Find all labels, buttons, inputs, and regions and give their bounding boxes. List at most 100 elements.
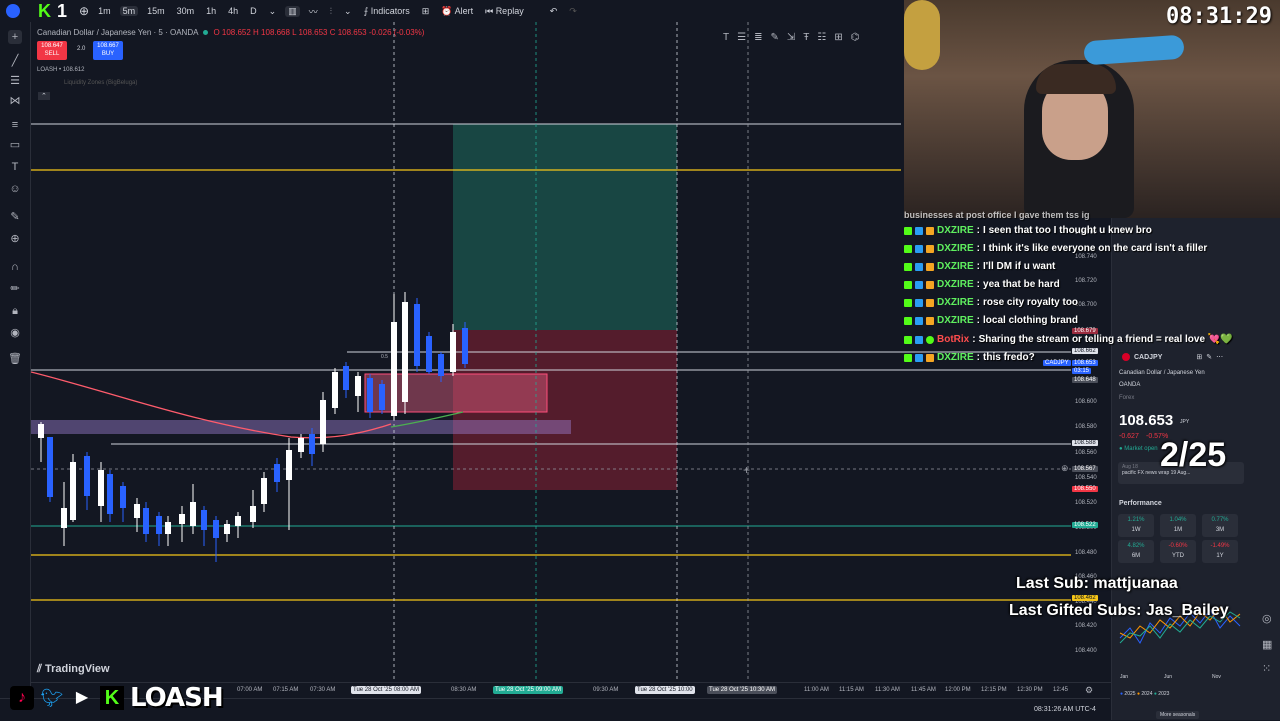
trash-icon[interactable]: 🗑︎ [8,352,22,366]
sub-badge-icon [926,226,934,235]
social-brand-bar: ♪ 🐦︎ ▶ K LOASH [10,680,224,716]
buy-button[interactable]: 108.667 BUY [93,41,123,60]
kick-badge-icon [904,280,912,289]
perf-value: -0.60% [1168,543,1188,549]
magnet-icon[interactable]: ∩ [8,260,22,274]
pencil-lock-icon[interactable]: ✏ [8,282,22,296]
trend-line-icon[interactable]: ╱ [8,54,22,68]
sell-price: 108.647 [41,43,63,49]
chart-type-dropdown-icon[interactable]: ⌄ [341,6,355,17]
chat-username[interactable]: DXZIRE [937,261,974,272]
eye-icon[interactable]: ◉ [8,326,22,340]
layout-icon[interactable]: ⊞ [419,6,433,17]
interval-d[interactable]: D [247,6,260,16]
anchored-text-icon[interactable]: Ŧ [803,32,809,50]
kick-badge-icon [904,353,912,362]
interval-5m[interactable]: 5m [119,6,139,16]
add-alert-icon[interactable]: ⊕ [1061,463,1069,474]
indicator-loash[interactable]: LOASH • 108.612 [37,67,84,73]
performance-label: Performance [1119,500,1162,507]
add-symbol-icon[interactable]: ⊕ [79,4,89,18]
multi-line-icon[interactable]: ≣ [754,32,762,50]
brush-icon[interactable]: ▭ [8,138,22,152]
liquidity-zone [31,420,571,434]
interval-1m[interactable]: 1m [95,6,114,16]
crosshair-cursor-icon: + [743,463,751,477]
buy-label: BUY [101,51,115,57]
chat-username[interactable]: DXZIRE [937,225,974,236]
zoom-icon[interactable]: ⊕ [8,232,22,246]
fib-icon[interactable]: ☰ [8,74,22,88]
ruler-icon[interactable]: ✎ [8,210,22,224]
dom-icon[interactable]: ◎ [1262,612,1272,625]
sub-badge-icon [926,353,934,362]
chat-username[interactable]: DXZIRE [937,243,974,254]
settings-gear-icon[interactable]: ⚙ [1085,685,1093,696]
chat-text: local clothing brand [983,315,1079,326]
horizontal-lines-icon[interactable]: ☰ [737,32,746,50]
last-gifted-subs: Last Gifted Subs: Jas_Bailey [1009,602,1229,619]
chat-username[interactable]: DXZIRE [937,279,974,290]
interval-15m[interactable]: 15m [144,6,168,16]
undo-icon[interactable]: ↶ [547,6,561,17]
line-chart-icon[interactable]: 〰 [306,5,321,18]
bar-chart-icon[interactable]: ⫶ [327,6,335,17]
top-toolbar: K 1 ⊕ 1m 5m 15m 30m 1h 4h D ⌄ ▥ 〰 ⫶ ⌄ ⨍ … [0,0,904,23]
perf-period: YTD [1172,553,1184,559]
verified-badge-icon [915,280,923,289]
long-target-zone[interactable] [453,124,677,330]
crosshair-icon[interactable]: + [8,30,22,44]
chat-username[interactable]: DXZIRE [937,297,974,308]
chat-username[interactable]: BotRix [937,334,969,345]
symbol-title: Canadian Dollar / Japanese Yen · 5 · OAN… [37,28,424,37]
verified-badge-icon [915,335,923,344]
price-tick: 108.480 [1075,550,1097,556]
indicators-icon: ⨍ [363,5,371,16]
replay-button[interactable]: ⏮ Replay [482,6,527,17]
interval-dropdown-icon[interactable]: ⌄ [266,6,280,17]
apps-icon[interactable]: ⁙ [1262,662,1271,675]
text-icon[interactable]: T [8,160,22,174]
pen-icon[interactable]: ✎ [770,32,778,50]
chat-username[interactable]: DXZIRE [937,352,974,363]
interval-1h[interactable]: 1h [203,6,219,16]
chat-text: rose city royalty too [983,297,1079,308]
indicator-liquidity[interactable]: Liquidity Zones (BigBeluga) [64,80,137,86]
chat-colon: : [976,225,981,236]
interval-4h[interactable]: 4h [225,6,241,16]
floating-drawing-toolbar: T ☰ ≣ ✎ ⇲ Ŧ ☷ ⊞ ⌬ [723,32,903,50]
symbol-name[interactable]: Canadian Dollar / Japanese Yen · 5 · OAN… [37,28,198,37]
pattern-icon[interactable]: ⋈ [8,94,22,108]
season-month: Jun [1164,674,1173,680]
text-tool-icon[interactable]: T [723,32,729,50]
time-tick: 08:30 AM [451,687,477,693]
time-tick: 12:45 [1053,687,1069,693]
perf-value: 1.04% [1169,517,1187,523]
legend-2023: 2023 [1158,691,1170,697]
chat-username[interactable]: DXZIRE [937,315,974,326]
emoji-icon[interactable]: ☺ [8,182,22,196]
list-icon[interactable]: ☷ [817,32,826,50]
arrow-tool-icon[interactable]: ⇲ [787,32,795,50]
price-tick: 108.580 [1075,424,1097,430]
more-seasonals-link[interactable]: More seasonals [1156,711,1200,719]
chat-text: yea that be hard [983,279,1060,290]
chat-text: businesses at post office I gave them ts… [904,209,1090,220]
grid-icon[interactable]: ⊞ [834,32,842,50]
candles-icon[interactable]: ▥ [285,5,300,17]
redo-icon[interactable]: ↷ [566,6,580,17]
app-logo-icon[interactable] [6,4,20,18]
sell-button[interactable]: 108.647 SELL [37,41,67,60]
chat-message: BotRix: Sharing the stream or telling a … [904,331,1233,348]
collapse-legend-icon[interactable]: ⌃ [38,92,50,100]
indicators-button[interactable]: ⨍ Indicators [361,6,413,17]
utc-clock[interactable]: 08:31:26 AM UTC-4 [1034,706,1096,713]
interval-30m[interactable]: 30m [174,6,198,16]
kick-badge-icon [904,335,912,344]
lock-icon[interactable]: 🔒︎ [8,304,22,318]
sub-badge-icon [926,316,934,325]
projection-icon[interactable]: ≡ [8,118,22,132]
alert-button[interactable]: ⏰ Alert [438,6,476,17]
calendar-icon[interactable]: ▦ [1262,638,1272,651]
expand-icon[interactable]: ⌬ [851,32,860,50]
